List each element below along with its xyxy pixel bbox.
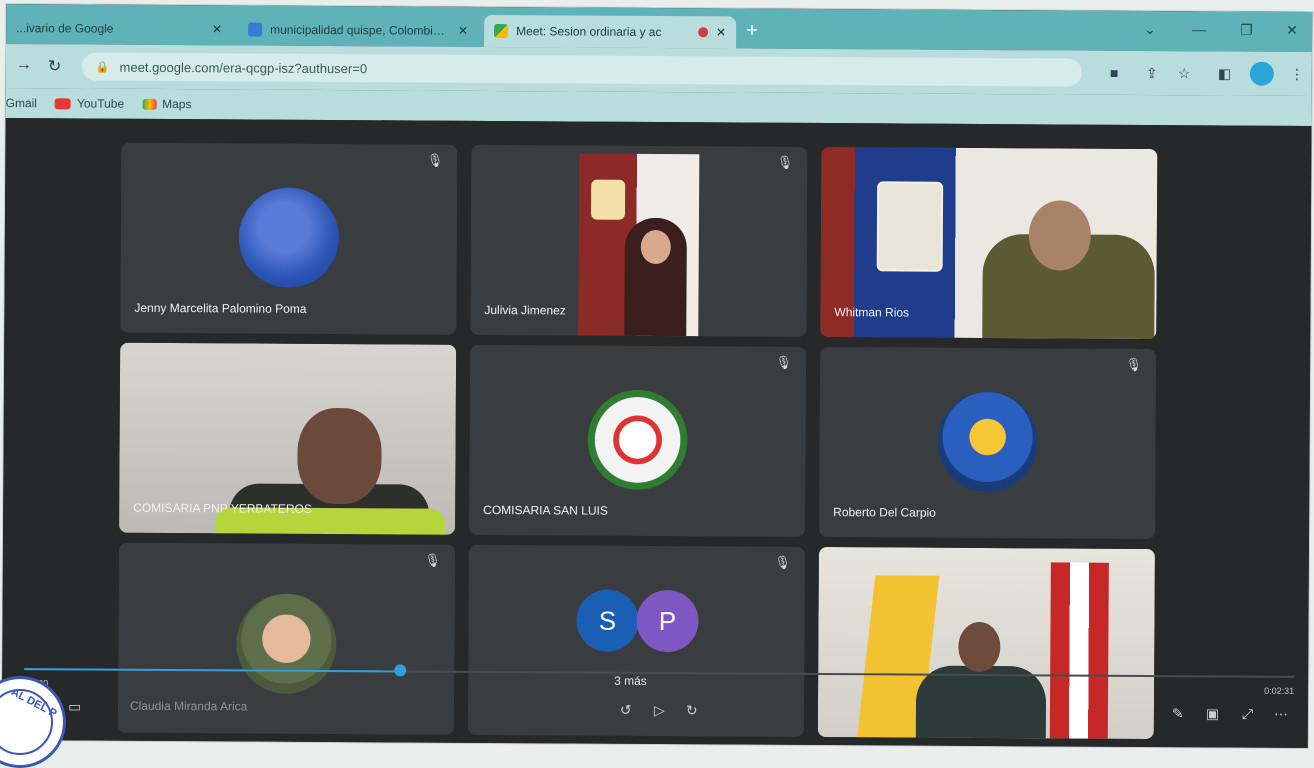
pip-icon[interactable]: ▣ bbox=[1206, 705, 1219, 722]
person-face bbox=[297, 407, 382, 505]
tab-title: Meet: Sesion ordinaria y ac bbox=[516, 24, 662, 40]
mic-off-icon: 🎙 bbox=[775, 354, 793, 370]
tab-municipalidad[interactable]: municipalidad quispe, Colombiano ✕ bbox=[238, 13, 478, 46]
forward-icon[interactable]: → bbox=[16, 56, 32, 74]
url-text: meet.google.com/era-qcgp-isz?authuser=0 bbox=[119, 59, 368, 76]
profile-avatar[interactable] bbox=[1249, 61, 1274, 86]
participant-tile[interactable]: 🎙 COMISARIA PNP YERBATEROS bbox=[119, 342, 457, 535]
participant-tile[interactable]: 🎙 Roberto Del Carpio bbox=[819, 346, 1157, 540]
participant-tile[interactable]: 🎙 Whitman Rios bbox=[820, 147, 1158, 340]
avatar bbox=[587, 389, 688, 491]
tab-google[interactable]: ...ivario de Google ✕ bbox=[6, 12, 232, 45]
address-bar: → ↻ 🔒 meet.google.com/era-qcgp-isz?authu… bbox=[5, 44, 1312, 96]
bookmark-youtube[interactable]: YouTube bbox=[54, 96, 125, 111]
play-icon[interactable]: ▷ bbox=[654, 702, 665, 719]
participant-name: Roberto Del Carpio bbox=[833, 505, 936, 520]
participant-name: Claudia Miranda Arica bbox=[129, 698, 248, 714]
site-icon bbox=[248, 22, 263, 37]
avatar bbox=[937, 391, 1038, 493]
lock-icon: 🔒 bbox=[95, 61, 110, 74]
participant-chip-s: S bbox=[576, 589, 639, 652]
flag-peru bbox=[1049, 562, 1109, 739]
participant-video bbox=[578, 153, 700, 337]
mic-off-icon: 🎙 bbox=[426, 152, 444, 168]
participant-tile[interactable]: 🎙 bbox=[817, 546, 1155, 740]
person-figure bbox=[915, 665, 1047, 739]
edit-icon[interactable]: ✎ bbox=[1172, 705, 1184, 722]
minimize-icon[interactable]: — bbox=[1192, 21, 1206, 37]
new-tab-button[interactable]: + bbox=[746, 20, 758, 42]
mic-off-icon: 🎙 bbox=[776, 154, 794, 170]
recording-icon bbox=[698, 27, 709, 38]
mic-off-icon: 🎙 bbox=[424, 552, 441, 568]
participant-name: Jenny Marcelita Palomino Poma bbox=[134, 300, 307, 316]
mic-off-icon: 🎙 bbox=[774, 554, 791, 570]
tab-title: ...ivario de Google bbox=[16, 21, 114, 36]
restore-icon[interactable]: ❐ bbox=[1240, 22, 1253, 39]
bookmark-label: Maps bbox=[162, 96, 192, 112]
youtube-icon bbox=[54, 97, 72, 109]
bookmark-maps[interactable]: Maps bbox=[142, 96, 192, 112]
rewind-icon[interactable]: ↺ bbox=[620, 702, 632, 719]
flag-emblem-icon bbox=[876, 181, 944, 272]
avatar bbox=[236, 593, 337, 695]
others-tile[interactable]: 🎙 S P bbox=[467, 544, 805, 737]
bookmark-star-icon[interactable]: ☆ bbox=[1178, 65, 1191, 82]
person-face bbox=[1028, 200, 1092, 271]
avatar bbox=[238, 187, 340, 289]
person-face bbox=[958, 621, 1001, 673]
menu-icon[interactable]: ⋮ bbox=[1290, 66, 1304, 83]
time-total: 0:02:31 bbox=[1264, 685, 1295, 696]
fullscreen-icon[interactable]: ⤢ bbox=[1242, 706, 1253, 723]
url-field[interactable]: 🔒 meet.google.com/era-qcgp-isz?authuser=… bbox=[81, 52, 1082, 87]
maps-icon bbox=[142, 98, 157, 110]
tab-meet[interactable]: Meet: Sesion ordinaria y ac ✕ bbox=[484, 14, 737, 49]
participant-tile[interactable]: 🎙 COMISARIA SAN LUIS bbox=[469, 344, 807, 537]
participant-tile[interactable]: 🎙 Julivia Jimenez bbox=[470, 144, 808, 337]
captions-icon[interactable]: ▭ bbox=[68, 698, 81, 715]
more-options-icon[interactable]: ⋯ bbox=[1274, 706, 1288, 723]
more-participants-label: 3 más bbox=[614, 673, 647, 688]
participant-video bbox=[817, 546, 1155, 740]
participant-name: Julivia Jimenez bbox=[484, 302, 566, 318]
progress-knob[interactable] bbox=[394, 664, 407, 677]
forward-icon[interactable]: ↻ bbox=[686, 702, 698, 719]
tab-search-icon[interactable]: ⌄ bbox=[1144, 21, 1156, 38]
share-icon[interactable]: ⇪ bbox=[1146, 65, 1158, 82]
participant-name: COMISARIA PNP YERBATEROS bbox=[133, 500, 312, 516]
participant-name: COMISARIA SAN LUIS bbox=[483, 502, 608, 518]
meet-icon bbox=[494, 23, 509, 39]
close-window-icon[interactable]: ✕ bbox=[1286, 22, 1298, 39]
emblem-icon bbox=[590, 179, 626, 220]
side-panel-icon[interactable]: ◧ bbox=[1218, 65, 1231, 82]
participant-name: Whitman Rios bbox=[834, 305, 910, 320]
tab-title: municipalidad quispe, Colombiano bbox=[270, 22, 451, 38]
bookmark-label: YouTube bbox=[76, 96, 125, 111]
meet-stage: 🎙 Jenny Marcelita Palomino Poma 🎙 Julivi… bbox=[1, 118, 1312, 748]
camera-icon[interactable]: ■ bbox=[1110, 65, 1119, 81]
bookmark-gmail[interactable]: Gmail bbox=[6, 96, 37, 110]
mic-off-icon: 🎙 bbox=[1125, 356, 1143, 372]
browser-window: ...ivario de Google ✕ municipalidad quis… bbox=[1, 4, 1313, 748]
participant-chip-p: P bbox=[636, 589, 699, 653]
bookmark-label: Gmail bbox=[5, 96, 38, 111]
close-tab-icon[interactable]: ✕ bbox=[716, 25, 726, 39]
close-tab-icon[interactable]: ✕ bbox=[458, 24, 468, 38]
close-tab-icon[interactable]: ✕ bbox=[212, 22, 222, 36]
reload-icon[interactable]: ↻ bbox=[48, 56, 62, 76]
person-face bbox=[640, 229, 671, 265]
participant-tile[interactable]: 🎙 Jenny Marcelita Palomino Poma bbox=[120, 142, 458, 335]
